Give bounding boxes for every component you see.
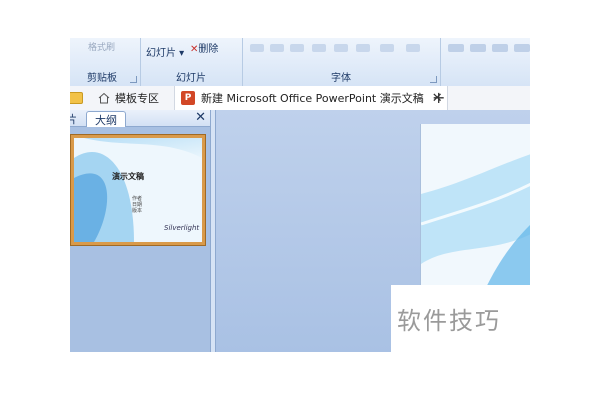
close-pane-icon[interactable]: ✕ bbox=[195, 110, 206, 125]
tab-outline[interactable]: 大纲 bbox=[86, 111, 126, 127]
document-tab-bar: 模板专区 P 新建 Microsoft Office PowerPoint 演示… bbox=[70, 86, 530, 111]
slides-group-label: 幻灯片 bbox=[176, 73, 206, 84]
justify-button[interactable] bbox=[514, 44, 530, 52]
underline-button[interactable] bbox=[290, 44, 304, 52]
slide-thumbnail: 演示文稿 作者 日期 版本 Silverlight bbox=[74, 138, 202, 242]
pane-tabs: 片 大纲 ✕ bbox=[70, 110, 210, 127]
powerpoint-icon: P bbox=[181, 91, 195, 105]
format-painter-faded: 格式刷 bbox=[88, 43, 116, 53]
tab-template-zone[interactable]: 模板专区 bbox=[98, 86, 159, 110]
bold-button[interactable] bbox=[250, 44, 264, 52]
thumbnail-subtitle: 作者 日期 版本 bbox=[132, 196, 143, 214]
strikethrough-button[interactable] bbox=[312, 44, 326, 52]
font-group: 字体 bbox=[242, 38, 441, 86]
font-color-button[interactable] bbox=[406, 44, 420, 52]
watermark-box: 软件技巧 bbox=[391, 285, 530, 352]
new-slide-button[interactable]: 幻灯片 ▾ bbox=[146, 44, 184, 59]
slides-group: 幻灯片 ▾ ✕删除 幻灯片 bbox=[140, 38, 243, 86]
tab-new-presentation-label: 新建 Microsoft Office PowerPoint 演示文稿 bbox=[201, 92, 424, 105]
shadow-button[interactable] bbox=[334, 44, 348, 52]
clipboard-group: 格式刷 剪贴板 bbox=[70, 38, 141, 86]
folder-icon[interactable] bbox=[70, 92, 83, 104]
spacing-button[interactable] bbox=[356, 44, 370, 52]
silverlight-logo: Silverlight bbox=[164, 224, 200, 232]
new-tab-button[interactable]: + bbox=[432, 88, 445, 107]
font-group-label: 字体 bbox=[331, 73, 351, 84]
font-launcher-icon[interactable] bbox=[430, 76, 437, 83]
align-left-button[interactable] bbox=[448, 44, 464, 52]
home-icon bbox=[98, 92, 110, 104]
tab-template-zone-label: 模板专区 bbox=[115, 92, 159, 105]
clipboard-launcher-icon[interactable] bbox=[130, 76, 137, 83]
thumbnail-title: 演示文稿 bbox=[112, 172, 144, 181]
slide-background-swoosh bbox=[421, 124, 530, 298]
align-right-button[interactable] bbox=[492, 44, 508, 52]
italic-button[interactable] bbox=[270, 44, 284, 52]
paragraph-group bbox=[440, 38, 530, 86]
current-slide[interactable] bbox=[420, 124, 530, 298]
watermark-text: 软件技巧 bbox=[397, 307, 501, 335]
slides-outline-pane: 片 大纲 ✕ 演示文稿 作者 日期 版本 Silverlight bbox=[70, 110, 210, 352]
delete-slide-button[interactable]: ✕删除 bbox=[190, 40, 218, 55]
ribbon: 格式刷 剪贴板 幻灯片 ▾ ✕删除 幻灯片 字体 bbox=[70, 38, 530, 87]
slide-thumbnail-selected[interactable]: 演示文稿 作者 日期 版本 Silverlight bbox=[70, 134, 206, 246]
case-button[interactable] bbox=[380, 44, 394, 52]
tab-slides[interactable]: 片 bbox=[70, 111, 83, 126]
tab-new-presentation[interactable]: P 新建 Microsoft Office PowerPoint 演示文稿 ✕ bbox=[174, 86, 448, 110]
align-center-button[interactable] bbox=[470, 44, 486, 52]
